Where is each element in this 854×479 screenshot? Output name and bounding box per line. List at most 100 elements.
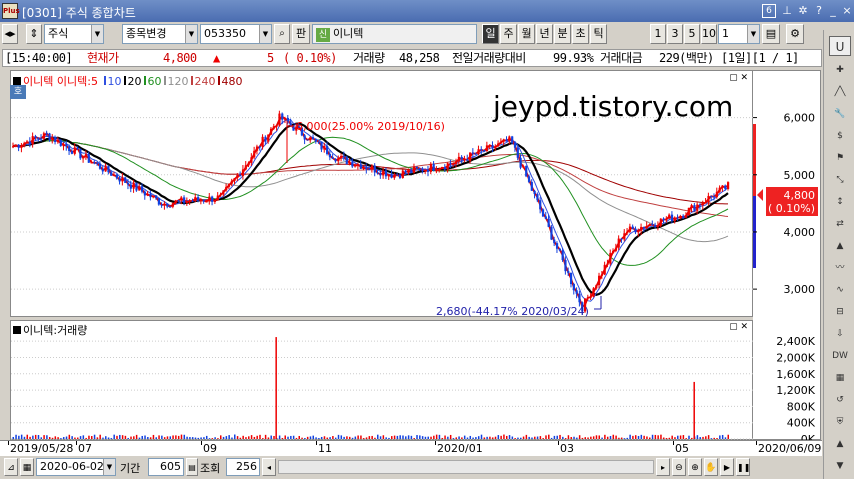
interval-button-5[interactable]: 5: [684, 24, 700, 44]
candle-body: [202, 200, 205, 202]
period-button-4[interactable]: 분: [554, 24, 571, 44]
window-title: [0301] 주식 종합차트: [22, 6, 136, 20]
trend-icon[interactable]: ⤡: [829, 170, 851, 190]
zoom-out-icon[interactable]: ⊖: [672, 458, 686, 476]
candle-body: [648, 224, 651, 226]
price-chart-panel[interactable]: jeypd.tistory.com 6,000(25.00% 2019/10/1…: [10, 70, 754, 318]
period-button-3[interactable]: 년: [536, 24, 553, 44]
volume-bar: [435, 434, 438, 439]
screen-number-box[interactable]: 6: [762, 4, 776, 18]
snowflake-icon[interactable]: ✲: [796, 4, 810, 18]
updown-icon[interactable]: ⇕: [26, 24, 42, 44]
candle-body: [670, 214, 674, 222]
panel-max-close[interactable]: ▢ ✕: [729, 73, 748, 83]
undo-icon[interactable]: ↺: [829, 390, 851, 410]
scale-icon[interactable]: ⇄: [829, 214, 851, 234]
dw-icon[interactable]: DW: [829, 346, 851, 366]
table-icon[interactable]: ▦: [829, 368, 851, 388]
volume-bar: [606, 436, 609, 439]
period-button-5[interactable]: 초: [572, 24, 589, 44]
panel-max-close[interactable]: ▢ ✕: [729, 322, 748, 332]
period-button-1[interactable]: 주: [500, 24, 517, 44]
candle-body: [376, 172, 379, 174]
candle-body: [606, 263, 609, 265]
volume-bar: [96, 437, 99, 439]
date-value: 2020-06-02: [40, 460, 104, 473]
save-small-icon[interactable]: ▤: [186, 458, 198, 476]
volume-bar: [60, 438, 62, 439]
low-annotation-text: 2,680(-44.17% 2020/03/24): [436, 305, 589, 318]
wave-icon[interactable]: 〰: [829, 258, 851, 278]
play-icon[interactable]: ▶: [720, 458, 734, 476]
scroll-up-icon[interactable]: ▲: [829, 434, 851, 454]
shield-icon[interactable]: ⛨: [829, 412, 851, 432]
period-button-0[interactable]: 일: [482, 24, 499, 44]
period-input[interactable]: 605: [148, 458, 184, 476]
interval-button-10[interactable]: 10: [701, 24, 717, 44]
volume-bar: [172, 435, 174, 439]
candle-body: [331, 157, 334, 159]
calendar-icon[interactable]: ▦: [20, 458, 34, 476]
volume-bar: [665, 438, 668, 439]
pause-icon[interactable]: ❚❚: [736, 458, 750, 476]
ladder-icon[interactable]: ⊟: [829, 302, 851, 322]
candle-body: [539, 200, 542, 210]
volume-bar: [379, 436, 382, 439]
volume-bar: [452, 438, 455, 439]
ruler-icon[interactable]: ⊿: [4, 458, 18, 476]
volume-bar: [388, 437, 390, 439]
volume-bar: [374, 437, 376, 439]
moving-average-lines: [12, 115, 729, 309]
flag-icon[interactable]: ⚑: [829, 148, 851, 168]
zoom-in-icon[interactable]: ⊕: [688, 458, 702, 476]
dollar-icon[interactable]: $: [829, 126, 851, 146]
market-type-select[interactable]: 주식 ▼: [44, 24, 104, 44]
curve-icon[interactable]: ∿: [829, 280, 851, 300]
change-item-select[interactable]: 종목변경 ▼: [122, 24, 198, 44]
search-icon[interactable]: ⌕: [274, 24, 290, 44]
legend-ma-20: 20: [127, 75, 142, 88]
collapse-icon[interactable]: U: [829, 36, 851, 56]
wrench-icon[interactable]: 🔧: [829, 104, 851, 124]
minimize-icon[interactable]: _: [826, 4, 840, 18]
hand-icon[interactable]: ✋: [704, 458, 718, 476]
volume-bar: [306, 436, 309, 439]
period-button-2[interactable]: 월: [518, 24, 535, 44]
candle-body: [558, 248, 561, 251]
candle-body: [673, 217, 676, 222]
volume-grid: [11, 340, 754, 440]
close-icon[interactable]: ×: [840, 4, 854, 18]
settings-icon[interactable]: ⚙: [786, 24, 804, 44]
period-button-6[interactable]: 틱: [590, 24, 607, 44]
download-icon[interactable]: ⇩: [829, 324, 851, 344]
help-icon[interactable]: ?: [812, 4, 826, 18]
candle-body: [393, 174, 396, 178]
auto-icon[interactable]: ↕: [829, 192, 851, 212]
interval-button-3[interactable]: 3: [667, 24, 683, 44]
y-axis-panel: 6,000 5,000 4,000 3,000 4,800 ( 0.10%) 2,40…: [753, 70, 821, 446]
volume-bar: [304, 437, 306, 439]
ho-button[interactable]: 호: [10, 85, 26, 99]
save-icon[interactable]: ▤: [762, 24, 780, 44]
area-chart-icon[interactable]: ▲: [829, 236, 851, 256]
candle-body: [721, 185, 724, 188]
date-input[interactable]: 2020-06-02 ▼: [36, 458, 116, 476]
volume-bar: [116, 435, 118, 439]
interval-select[interactable]: 1 ▼: [718, 24, 760, 44]
scroll-left-icon[interactable]: ◂: [262, 458, 276, 476]
horizontal-scrollbar[interactable]: [278, 460, 654, 474]
back-icon[interactable]: ◂▸: [2, 24, 18, 44]
stock-code-input[interactable]: 053350 ▼: [200, 24, 272, 44]
volume-bar: [620, 437, 623, 439]
volume-chart-panel[interactable]: 이니텍:거래량 ▢ ✕: [10, 320, 754, 440]
interval-button-1[interactable]: 1: [650, 24, 666, 44]
candle-body: [679, 215, 682, 219]
query-input[interactable]: 256: [226, 458, 260, 476]
scroll-right-icon[interactable]: ▸: [656, 458, 670, 476]
pin-icon[interactable]: ⊥: [780, 4, 794, 18]
tool-icon[interactable]: ✚: [829, 60, 851, 80]
scroll-down-icon[interactable]: ▼: [829, 456, 851, 476]
pan-button[interactable]: 판: [292, 24, 310, 44]
line-chart-icon[interactable]: ╱╲: [829, 82, 851, 102]
x-axis-label: 05: [675, 442, 689, 455]
